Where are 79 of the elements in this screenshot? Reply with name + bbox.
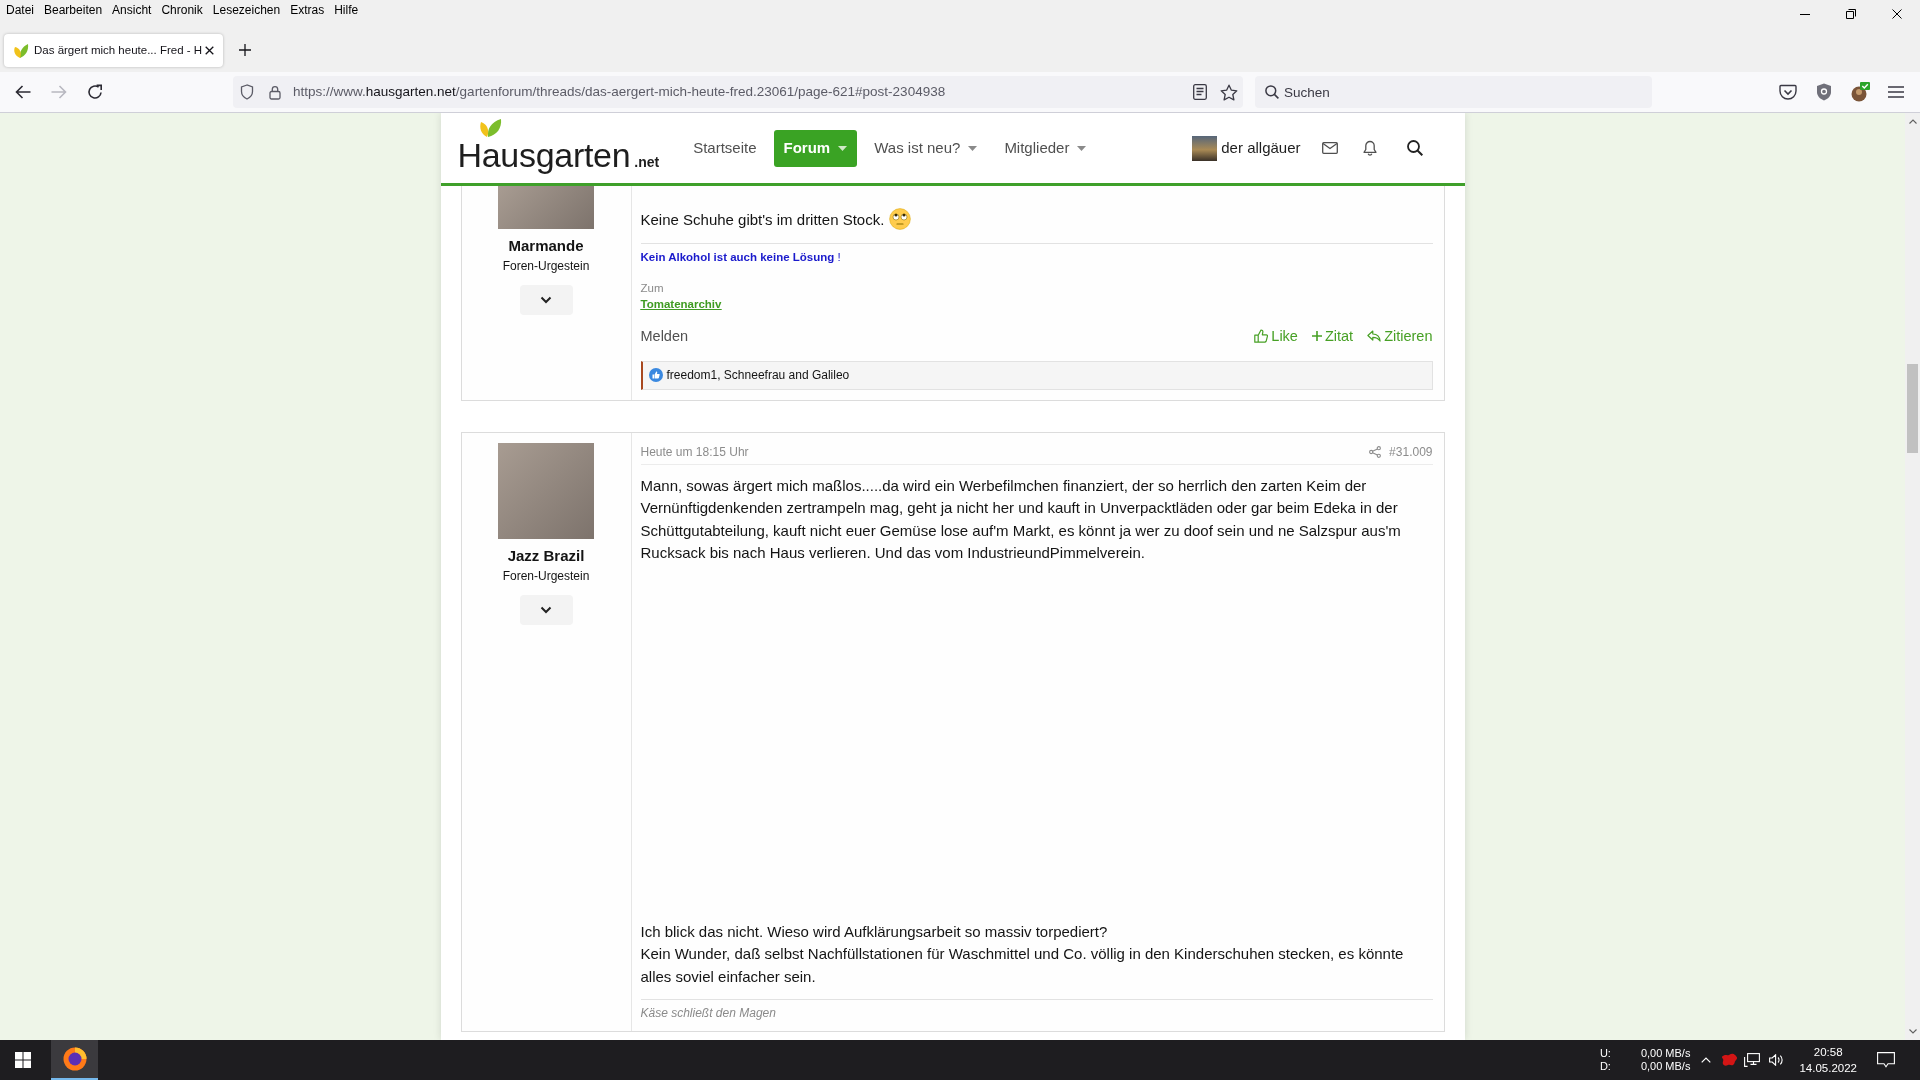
caret-up-icon[interactable] bbox=[1701, 1057, 1712, 1063]
reload-icon[interactable] bbox=[87, 84, 103, 100]
menu-item[interactable]: Ansicht bbox=[107, 0, 157, 20]
menu-item[interactable]: Hilfe bbox=[329, 0, 364, 20]
network-label: U: bbox=[1599, 1047, 1611, 1060]
signature-text: Käse schließt den Magen bbox=[640, 1006, 776, 1020]
chevron-down-icon[interactable] bbox=[1908, 1029, 1917, 1034]
menu-item[interactable]: Bearbeiten bbox=[39, 0, 108, 20]
tiles-icon[interactable] bbox=[15, 1052, 31, 1068]
splash-icon[interactable] bbox=[1722, 1053, 1739, 1067]
bell-icon[interactable] bbox=[1362, 140, 1377, 156]
reply-arrow-icon bbox=[1367, 329, 1382, 342]
menu-item[interactable]: Datei bbox=[1, 0, 39, 20]
restore-icon[interactable] bbox=[1846, 9, 1856, 19]
plus-icon bbox=[1311, 330, 1322, 341]
star-icon[interactable] bbox=[1220, 83, 1238, 101]
post-text: Ich blick das nicht. Wieso wird Aufklärungsarbeit so massiv torpediert? bbox=[640, 921, 1109, 942]
logo-text[interactable]: Hausgarten bbox=[457, 137, 631, 172]
chevron-up-icon[interactable] bbox=[1908, 119, 1917, 124]
chevron-down-icon bbox=[540, 605, 552, 614]
user-title: Foren-Urgestein bbox=[502, 258, 590, 274]
nav-tab[interactable]: Startseite bbox=[683, 129, 767, 167]
speech-bubble-icon[interactable] bbox=[1877, 1052, 1895, 1068]
taskbar-app-button[interactable] bbox=[51, 1040, 98, 1080]
shield-icon[interactable] bbox=[240, 84, 254, 100]
clock-time[interactable]: 20:58 bbox=[1799, 1044, 1857, 1060]
network-rate: 0,00 MB/s bbox=[1640, 1060, 1691, 1073]
signature-link[interactable]: Tomatenarchiv bbox=[640, 297, 722, 310]
network-label: D: bbox=[1599, 1060, 1611, 1073]
nav-tab[interactable]: Was ist neu? bbox=[864, 129, 988, 167]
signature-caption: Zum bbox=[640, 281, 664, 294]
search-icon bbox=[1265, 85, 1279, 99]
report-link[interactable]: Melden bbox=[640, 323, 689, 348]
post-date[interactable]: Heute um 18:15 Uhr bbox=[640, 442, 749, 461]
monitor-icon[interactable] bbox=[1744, 1053, 1761, 1067]
menu-item[interactable]: Lesezeichen bbox=[207, 0, 286, 20]
photo-placeholder bbox=[1192, 135, 1218, 161]
clock-date[interactable]: 14.05.2022 bbox=[1799, 1060, 1857, 1076]
post-text: Kein Wunder, daß selbst Nachfüllstationen für Waschmittel und Co. völlig in den Kinderschuhen stecken, es könnte alles soviel einfacher sein. bbox=[640, 944, 1405, 987]
menu-item[interactable]: Chronik bbox=[156, 0, 208, 20]
signature-text: Kein Alkohol ist auch keine Lösung ! bbox=[640, 250, 841, 263]
author-name[interactable]: Marmande bbox=[508, 236, 584, 256]
url-text[interactable]: https://www.hausgarten.net/gartenforum/threads/das-aergert-mich-heute-fred.23061/page-621#post-2304938 bbox=[293, 81, 946, 103]
lock-icon[interactable] bbox=[269, 84, 281, 100]
leaf-icon bbox=[13, 42, 29, 59]
logo-suffix: .net bbox=[634, 152, 660, 172]
plus-icon[interactable] bbox=[239, 44, 251, 56]
ring-icon bbox=[62, 1047, 87, 1071]
back-arrow-icon[interactable] bbox=[15, 85, 31, 99]
post-text: Keine Schuhe gibt's im dritten Stock. bbox=[640, 211, 885, 228]
speaker-icon[interactable] bbox=[1769, 1054, 1786, 1066]
user-name-link[interactable]: der allgäuer bbox=[1221, 136, 1301, 160]
thumbs-up-icon bbox=[1254, 328, 1269, 343]
reaction-names[interactable]: freedom1, Schneefrau and Galileo bbox=[666, 366, 850, 384]
search-field[interactable]: Suchen bbox=[1255, 76, 1652, 108]
menu-icon[interactable] bbox=[1888, 86, 1904, 98]
minimize-icon[interactable] bbox=[1800, 13, 1810, 15]
post-number[interactable]: #31.009 bbox=[1389, 442, 1433, 461]
document-icon[interactable] bbox=[1193, 84, 1207, 100]
post-text: Mann, sowas ärgert mich maßlos.....da wird ein Werbefilmchen finanziert, der so herrlich den zarten Keim der Vernünftigdenkenden zertrampeln mag, geht ja nicht her und kauft in Unverpacktläden oder gar beim Edeka in der Schüttgutabteilung, kauft nicht euer Gemüse lose auf'm Markt, es könnt ja wer zu doof sein und ne Salzspur aus'm Rucksack bis nach Haus verlieren. Und das vom IndustrieundPimmelverein. bbox=[640, 475, 1402, 563]
chevron-down-icon bbox=[540, 296, 552, 304]
thumbs-up-icon bbox=[648, 368, 663, 382]
nav-tab[interactable]: Mitglieder bbox=[994, 129, 1097, 167]
browser-tab[interactable]: Das ärgert mich heute... Fred - H bbox=[4, 34, 223, 67]
scrollbar-thumb[interactable] bbox=[1907, 364, 1918, 453]
address-field[interactable]: https://www.hausgarten.net/gartenforum/threads/das-aergert-mich-heute-fred.23061/page-621#post-2304938 bbox=[233, 76, 1243, 108]
search-icon[interactable] bbox=[1406, 140, 1423, 156]
close-icon[interactable] bbox=[1892, 9, 1902, 19]
share-icon[interactable] bbox=[1369, 445, 1382, 458]
mail-icon[interactable] bbox=[1321, 142, 1338, 154]
menu-item[interactable]: Extras bbox=[285, 0, 330, 20]
chevron-badge-icon[interactable] bbox=[1779, 84, 1797, 100]
shield-badge-icon[interactable] bbox=[1816, 83, 1832, 101]
author-name[interactable]: Jazz Brazil bbox=[507, 545, 585, 566]
profile-check-icon[interactable] bbox=[1850, 82, 1870, 102]
close-icon[interactable] bbox=[205, 46, 214, 55]
leaf-icon bbox=[477, 117, 502, 138]
network-rate: 0,00 MB/s bbox=[1640, 1047, 1691, 1060]
user-title: Foren-Urgestein bbox=[502, 567, 590, 584]
